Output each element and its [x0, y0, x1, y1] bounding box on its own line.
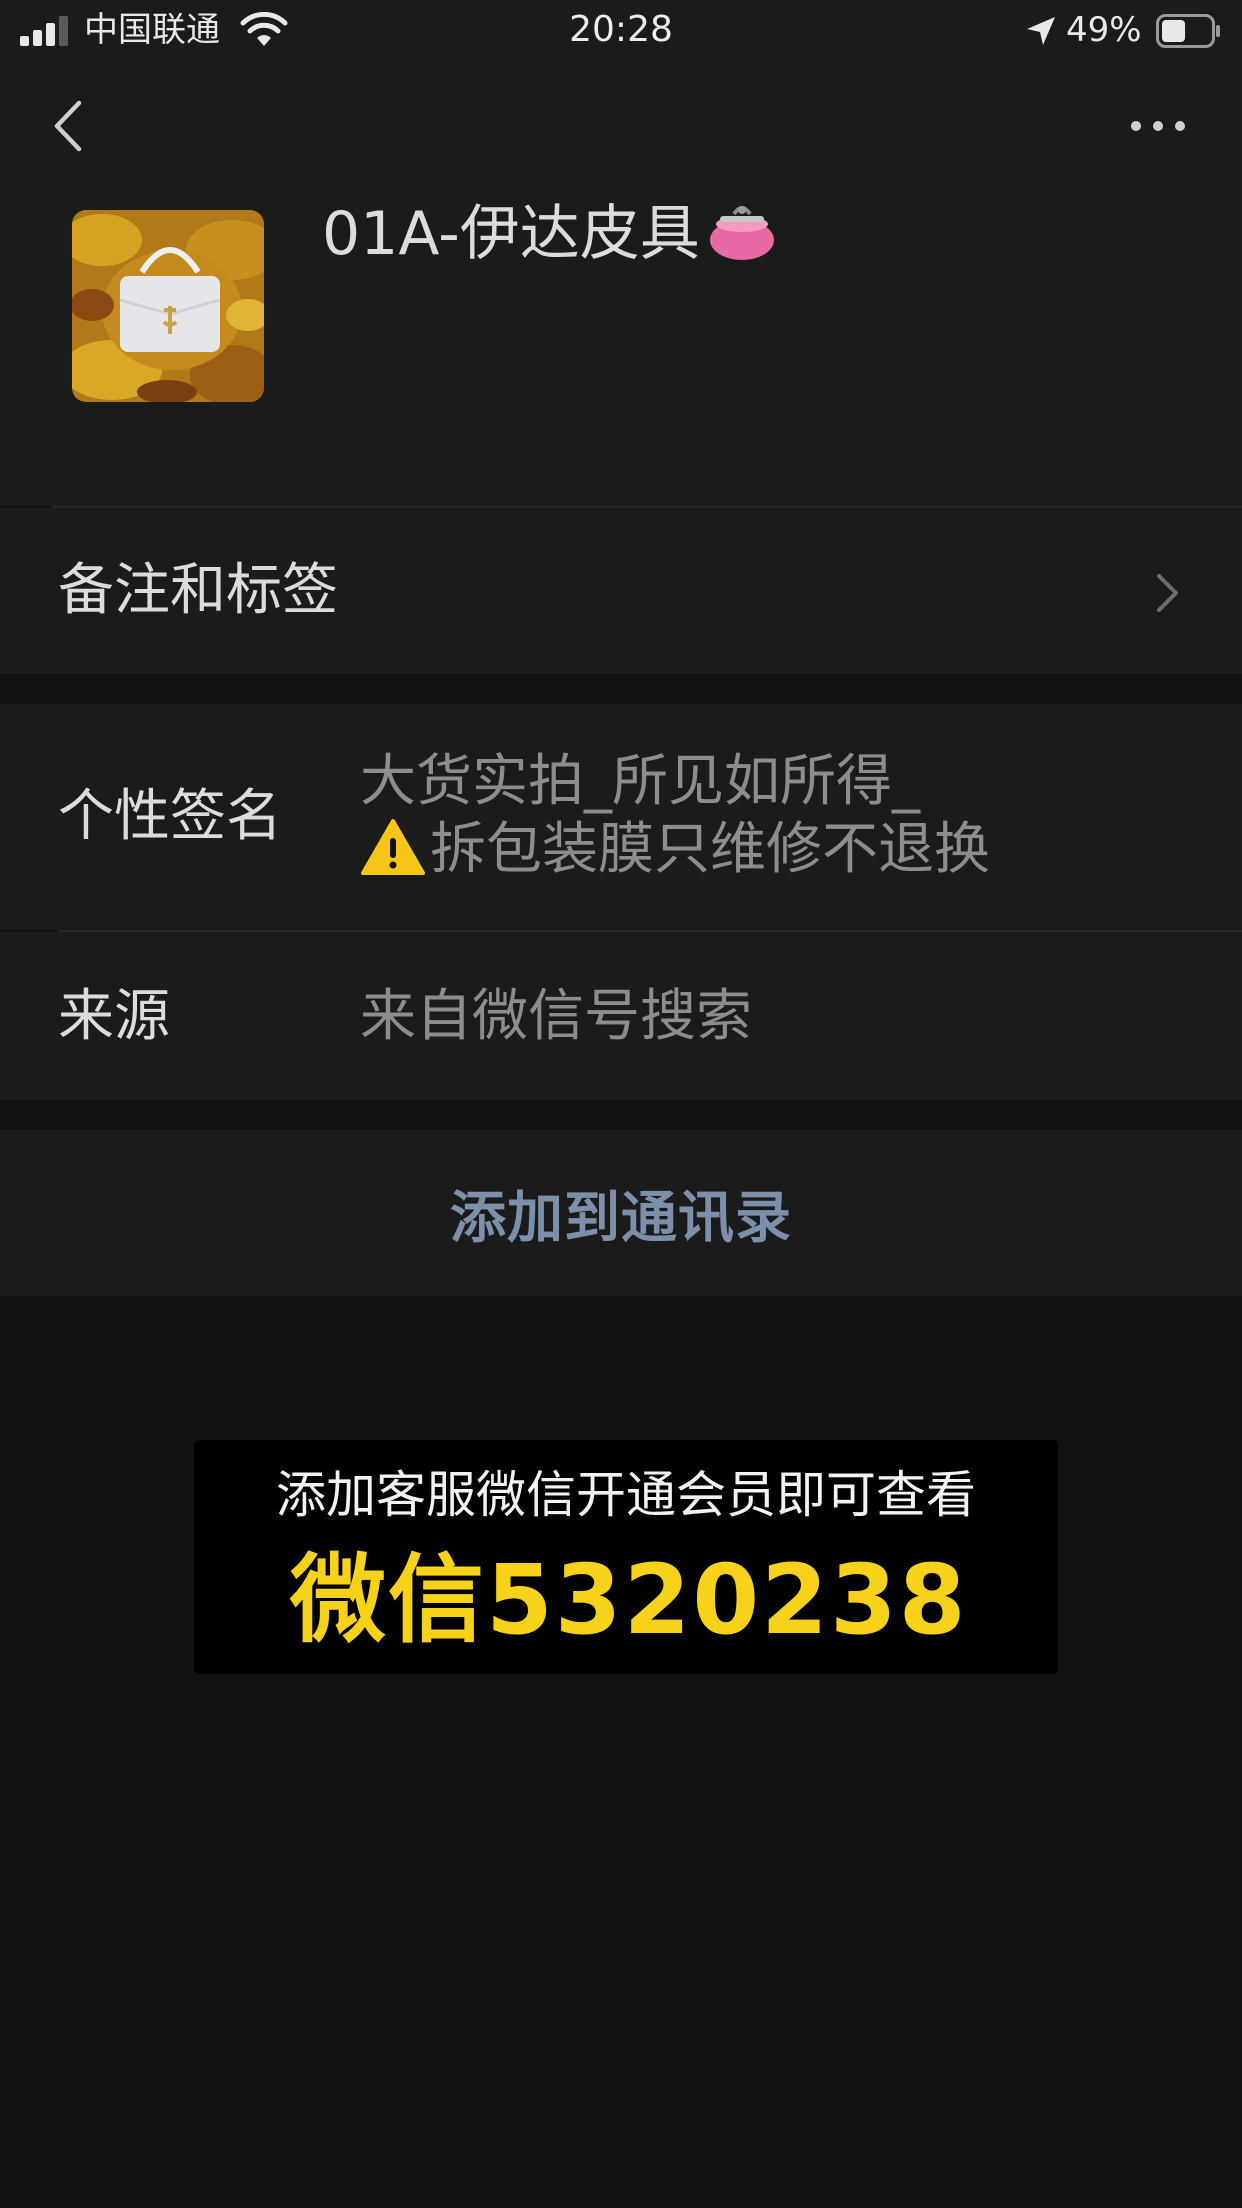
signature-line-2: 拆包装膜只维修不退换 [430, 817, 990, 882]
battery-percent: 49% [1066, 10, 1142, 50]
carrier-name: 中国联通 [84, 10, 220, 50]
signature-value: 大货实拍_所见如所得_ 拆包装膜只维修不退换 [360, 748, 1220, 884]
promo-text: 添加客服微信开通会员即可查看 [276, 1466, 976, 1524]
avatar[interactable] [72, 210, 264, 402]
warning-icon [361, 818, 425, 875]
purse-icon [709, 206, 774, 261]
signature-line-2-wrap: 拆包装膜只维修不退换 [360, 816, 1220, 884]
back-button[interactable] [40, 96, 96, 156]
remark-and-tags-row[interactable]: 备注和标签 [0, 508, 1242, 674]
wifi-icon [240, 12, 288, 46]
remark-label: 备注和标签 [58, 558, 338, 623]
section-gap [0, 674, 1242, 704]
promo-banner: 添加客服微信开通会员即可查看 微信5320238 [194, 1440, 1058, 1674]
signature-row: 个性签名 大货实拍_所见如所得_ 拆包装膜只维修不退换 [0, 704, 1242, 930]
source-value: 来自微信号搜索 [360, 984, 752, 1049]
signature-line-1: 大货实拍_所见如所得_ [360, 749, 920, 814]
source-row: 来源 来自微信号搜索 [0, 932, 1242, 1100]
promo-wechat-id: 微信5320238 [290, 1544, 968, 1656]
chevron-left-icon [54, 100, 82, 152]
add-to-contacts-button[interactable]: 添加到通讯录 [0, 1130, 1242, 1296]
navigation-bar [0, 80, 1242, 170]
more-options-button[interactable] [1120, 96, 1196, 156]
add-to-contacts-row: 添加到通讯录 [0, 1130, 1242, 1296]
avatar-bag-photo [72, 210, 264, 402]
more-dots-icon [1131, 121, 1185, 131]
source-label: 来源 [58, 984, 170, 1049]
battery-icon [1156, 14, 1220, 48]
chevron-right-icon [1157, 574, 1178, 612]
signal-icon [20, 16, 68, 46]
status-bar: 中国联通 20:28 49% [0, 0, 1242, 62]
contact-name: 01A-伊达皮具 [322, 196, 778, 272]
location-arrow-icon [1027, 17, 1055, 45]
profile-header-area: 中国联通 20:28 49% 01A-伊达皮具 [0, 0, 1242, 506]
contact-profile-screen: 中国联通 20:28 49% 01A-伊达皮具 备注和标签 个性签名 大货实拍_… [0, 0, 1242, 2208]
section-gap [0, 1100, 1242, 1130]
contact-name-text: 01A-伊达皮具 [322, 199, 700, 269]
signature-label: 个性签名 [58, 784, 282, 849]
